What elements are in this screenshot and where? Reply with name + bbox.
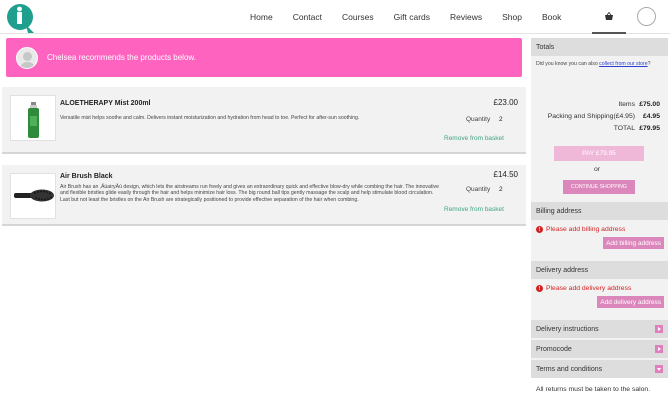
nav-courses[interactable]: Courses <box>342 12 374 22</box>
total-value: £79.95 <box>639 125 660 132</box>
total-label: TOTAL <box>613 125 635 132</box>
nav-home[interactable]: Home <box>250 12 273 22</box>
quantity-value[interactable]: 2 <box>499 116 503 123</box>
collect-note: Did you know you can also collect from o… <box>536 61 661 68</box>
nav-contact[interactable]: Contact <box>293 12 322 22</box>
quantity-value[interactable]: 2 <box>499 186 503 193</box>
product-description: Versatile mist helps soothe and calm. De… <box>60 115 360 121</box>
product-name: ALOETHERAPY Mist 200ml <box>60 100 151 107</box>
logo[interactable] <box>6 3 36 33</box>
delivery-error-text: Please add delivery address <box>546 285 632 292</box>
pay-button[interactable]: PAY £79.95 <box>554 146 644 161</box>
product-price: £14.50 <box>493 170 518 179</box>
error-icon: ! <box>536 285 543 292</box>
basket-icon <box>605 11 613 20</box>
nav-reviews[interactable]: Reviews <box>450 12 482 22</box>
totals-section: Did you know you can also collect from o… <box>531 56 668 194</box>
promocode-toggle[interactable]: Promocode <box>531 340 668 358</box>
basket-item: ALOETHERAPY Mist 200ml Versatile mist he… <box>2 87 526 154</box>
main-nav: Home Contact Courses Gift cards Reviews … <box>240 0 571 34</box>
billing-error-text: Please add billing address <box>546 226 626 233</box>
avatar <box>16 46 38 69</box>
collect-suffix: ? <box>647 61 651 67</box>
returns-policy: All returns must be taken to the salon. <box>536 386 651 393</box>
banner-text: Chelsea recommends the products below. <box>47 53 196 62</box>
chevron-right-icon <box>655 345 663 353</box>
collect-from-store-link[interactable]: collect from our store <box>599 61 647 67</box>
site-header: Home Contact Courses Gift cards Reviews … <box>0 0 670 34</box>
remove-from-basket-link[interactable]: Remove from basket <box>444 206 504 213</box>
collect-prefix: Did you know you can also <box>536 61 600 67</box>
remove-from-basket-link[interactable]: Remove from basket <box>444 135 504 142</box>
billing-title: Billing address <box>536 207 582 215</box>
totals-title: Totals <box>536 43 555 51</box>
totals-header: Totals <box>531 38 668 56</box>
basket-button[interactable] <box>592 0 626 34</box>
nav-gift-cards[interactable]: Gift cards <box>394 12 430 22</box>
delivery-header: Delivery address <box>531 261 668 279</box>
delivery-title: Delivery address <box>536 266 589 274</box>
product-price: £23.00 <box>493 98 518 107</box>
add-delivery-address-button[interactable]: Add delivery address <box>597 296 664 308</box>
items-label: Items <box>618 101 635 108</box>
continue-shopping-button[interactable]: CONTINUE SHOPPING <box>563 180 635 194</box>
billing-section: ! Please add billing address Add billing… <box>531 220 668 261</box>
add-billing-address-button[interactable]: Add billing address <box>603 237 664 249</box>
or-label: or <box>594 166 601 173</box>
account-icon[interactable] <box>637 7 656 26</box>
terms-title: Terms and conditions <box>536 365 603 373</box>
billing-header: Billing address <box>531 202 668 220</box>
error-icon: ! <box>536 226 543 233</box>
basket-item: Air Brush Black Air Brush has an ‚Äúairy… <box>2 165 526 226</box>
quantity-label: Quantity <box>466 116 491 123</box>
nav-book[interactable]: Book <box>542 12 561 22</box>
delivery-instructions-toggle[interactable]: Delivery instructions <box>531 320 668 338</box>
chevron-down-icon <box>655 365 663 373</box>
terms-toggle[interactable]: Terms and conditions <box>531 360 668 378</box>
billing-error: ! Please add billing address <box>536 226 625 233</box>
shipping-label: Packing and Shipping(£4.95) <box>547 113 635 120</box>
product-name: Air Brush Black <box>60 173 113 180</box>
promocode-title: Promocode <box>536 345 572 353</box>
product-description: Air Brush has an ‚ÄúairyÄù design, which… <box>60 184 439 203</box>
shipping-value: £4.95 <box>642 113 660 120</box>
delivery-section: ! Please add delivery address Add delive… <box>531 279 668 320</box>
checkout-sidebar: Totals Did you know you can also collect… <box>531 38 668 393</box>
product-image <box>10 95 56 141</box>
quantity-label: Quantity <box>466 186 491 193</box>
delivery-error: ! Please add delivery address <box>536 285 631 292</box>
delivery-instructions-title: Delivery instructions <box>536 325 599 333</box>
product-image <box>10 173 56 219</box>
nav-shop[interactable]: Shop <box>502 12 522 22</box>
recommendation-banner: Chelsea recommends the products below. <box>6 38 522 77</box>
chevron-right-icon <box>655 325 663 333</box>
items-value: £75.00 <box>639 101 660 108</box>
